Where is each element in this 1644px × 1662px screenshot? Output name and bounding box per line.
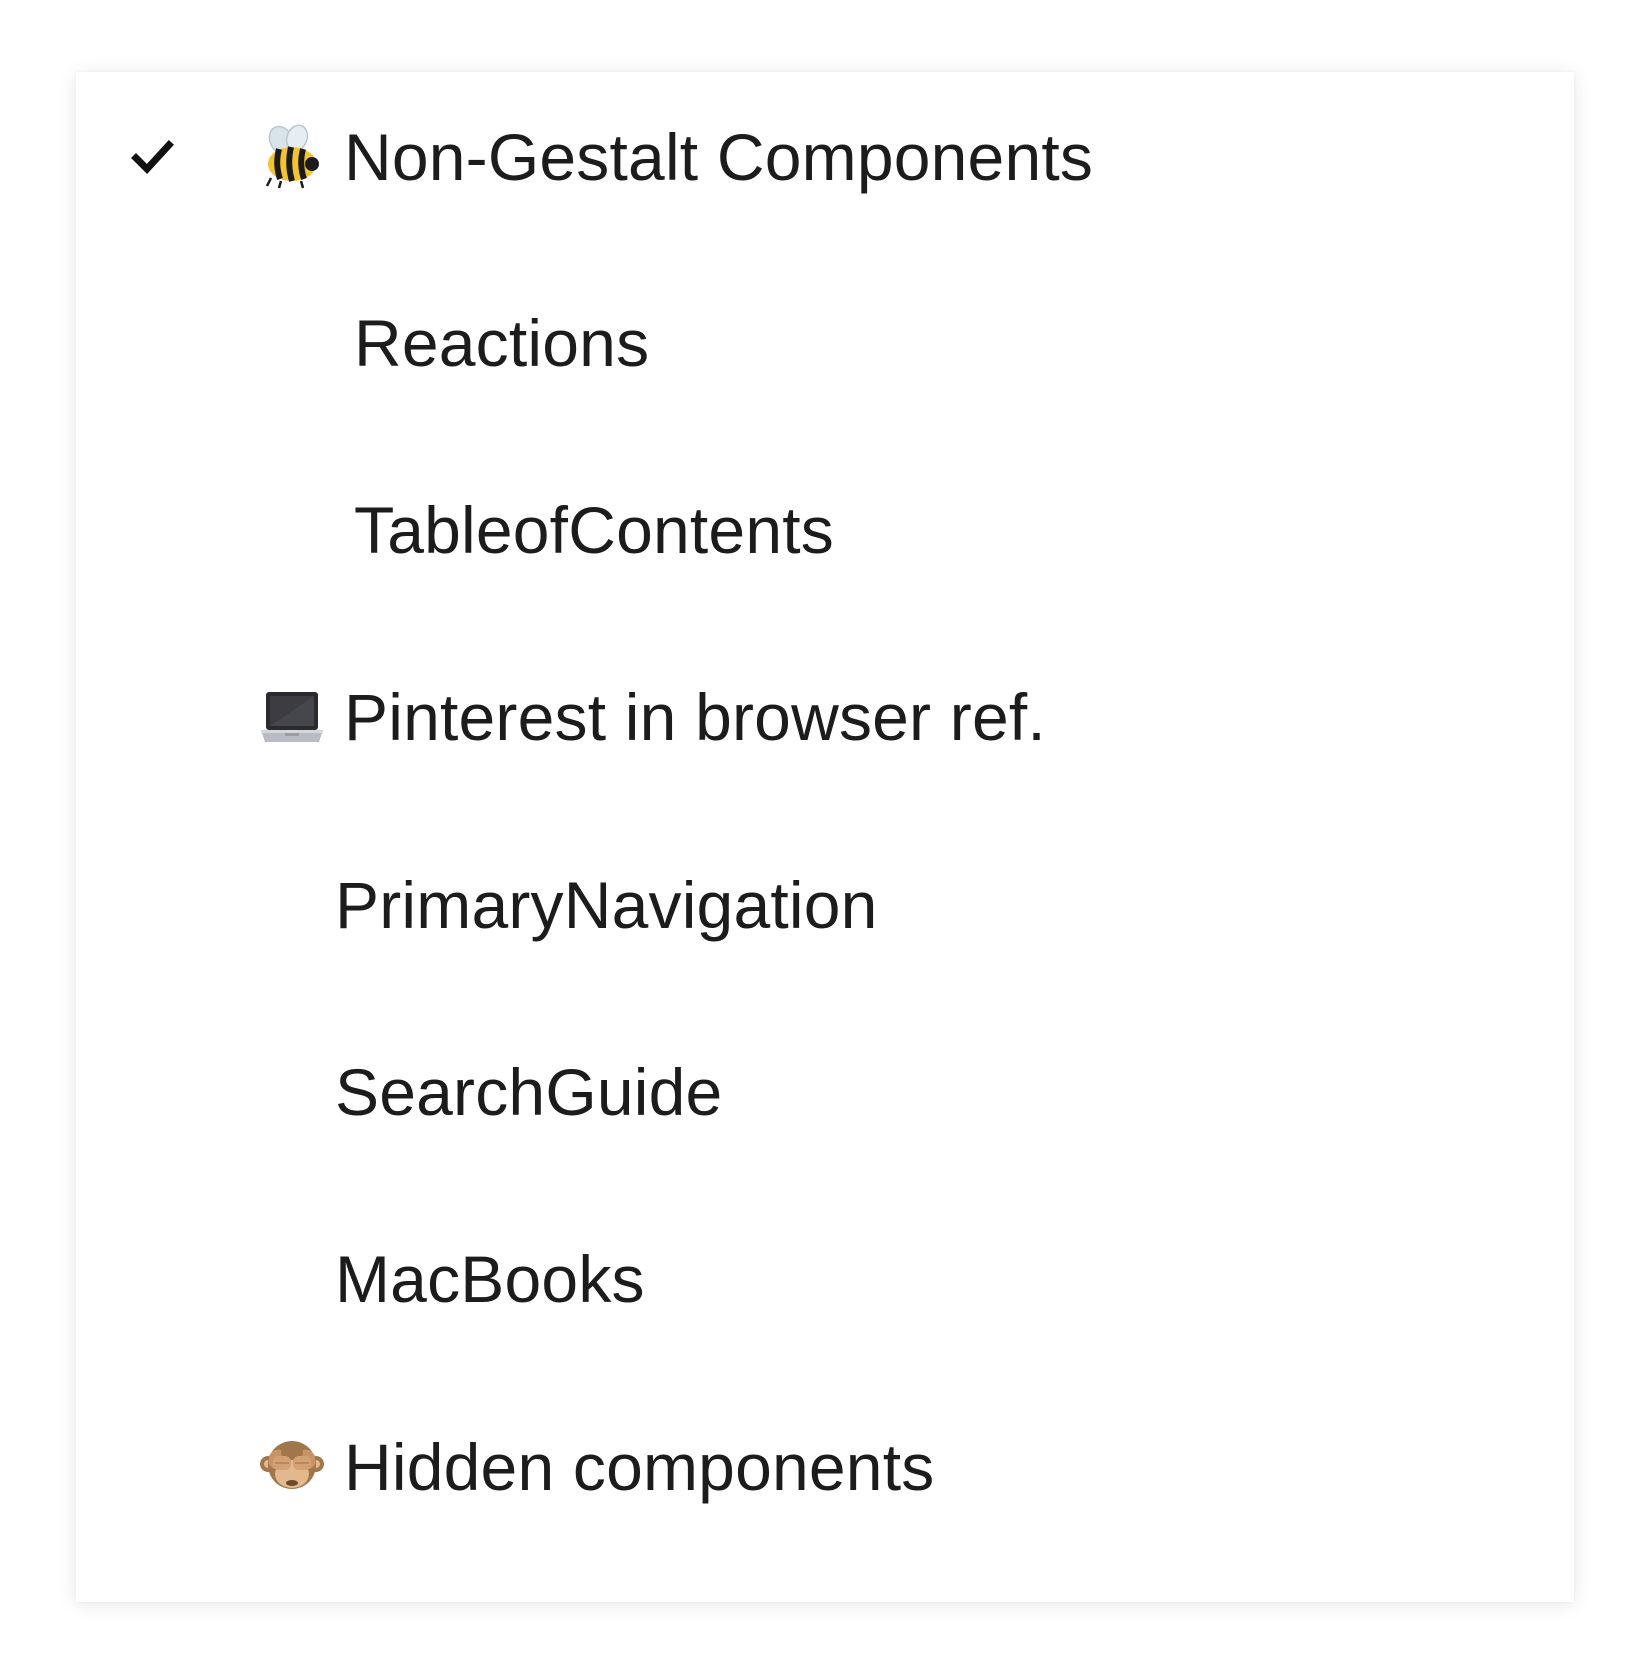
menu-item-searchguide[interactable]: SearchGuide bbox=[76, 1037, 1574, 1147]
laptop-icon bbox=[259, 684, 325, 750]
menu-item-pinterest-in-browser-ref[interactable]: Pinterest in browser ref. bbox=[76, 662, 1574, 772]
see-no-evil-monkey-icon bbox=[259, 1434, 325, 1500]
bee-icon bbox=[259, 124, 325, 190]
menu-item-tableofcontents[interactable]: TableofContents bbox=[76, 475, 1574, 585]
menu-item-hidden-components[interactable]: Hidden components bbox=[76, 1412, 1574, 1522]
menu-item-macbooks[interactable]: MacBooks bbox=[76, 1224, 1574, 1334]
menu-item-label: MacBooks bbox=[335, 1242, 645, 1316]
menu-item-label: Pinterest in browser ref. bbox=[344, 680, 1046, 754]
menu-item-label: Hidden components bbox=[344, 1430, 935, 1504]
pages-dropdown-menu: Non-Gestalt Components Reactions Tableof… bbox=[76, 72, 1574, 1602]
menu-item-reactions[interactable]: Reactions bbox=[76, 288, 1574, 398]
menu-item-label: Reactions bbox=[354, 306, 650, 380]
menu-item-label: PrimaryNavigation bbox=[335, 868, 878, 942]
menu-item-primarynavigation[interactable]: PrimaryNavigation bbox=[76, 850, 1574, 960]
menu-item-label: SearchGuide bbox=[335, 1055, 723, 1129]
menu-item-label: Non-Gestalt Components bbox=[344, 120, 1094, 194]
menu-item-label: TableofContents bbox=[354, 493, 834, 567]
checkmark-icon bbox=[128, 133, 176, 181]
menu-item-non-gestalt-components[interactable]: Non-Gestalt Components bbox=[76, 102, 1574, 212]
